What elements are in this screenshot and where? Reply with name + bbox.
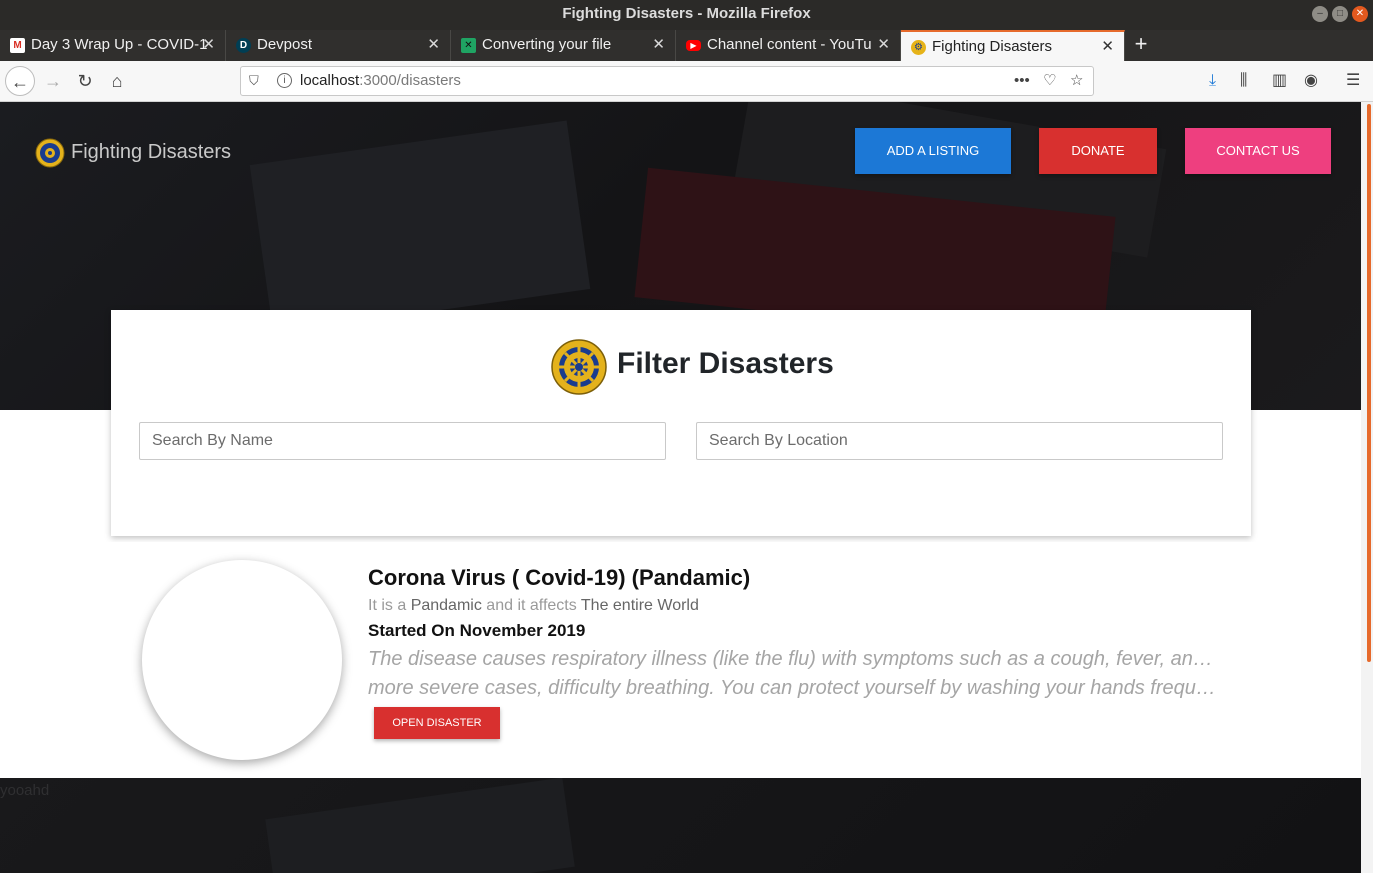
close-tab-icon[interactable]: ✕ [427, 30, 440, 60]
footer-text: yooahd [0, 782, 50, 799]
url-bar[interactable]: ⛉ i localhost:3000/disasters ••• ♡ ☆ [240, 66, 1094, 96]
minimize-button[interactable]: – [1312, 6, 1328, 22]
tab-label: Fighting Disasters [932, 38, 1053, 55]
page-content: Fighting Disasters ADD A LISTING DONATE … [0, 102, 1361, 873]
tab-converter[interactable]: ✕ Converting your file ✕ [451, 30, 676, 61]
rotary-icon: ⚙ [911, 40, 926, 55]
shield-icon[interactable]: ⛉ [249, 73, 259, 89]
devpost-icon: D [236, 38, 251, 53]
disaster-type: Pandamic [410, 597, 482, 614]
close-window-button[interactable]: ✕ [1352, 6, 1368, 22]
tab-label: Channel content - YouTu [707, 36, 872, 53]
tab-strip: M Day 3 Wrap Up - COVID-1 ✕ D Devpost ✕ … [0, 30, 1373, 61]
reload-button[interactable]: ↻ [70, 66, 100, 96]
forward-button[interactable]: → [38, 66, 68, 96]
search-by-name-input[interactable] [139, 422, 666, 460]
page-actions-icon[interactable]: ••• [1014, 67, 1030, 95]
info-icon[interactable]: i [277, 73, 292, 88]
close-tab-icon[interactable]: ✕ [877, 30, 890, 60]
pocket-icon[interactable]: ♡ [1043, 67, 1056, 95]
disaster-meta: It is a Pandamic and it affects The enti… [368, 597, 699, 614]
window-title: Fighting Disasters - Mozilla Firefox [562, 5, 811, 22]
bookmark-star-icon[interactable]: ☆ [1070, 67, 1083, 95]
new-tab-button[interactable]: + [1130, 30, 1152, 61]
back-button[interactable]: ← [5, 66, 35, 96]
brand-name: Fighting Disasters [71, 141, 232, 163]
tab-devpost[interactable]: D Devpost ✕ [226, 30, 451, 61]
window-titlebar: Fighting Disasters - Mozilla Firefox – □… [0, 0, 1373, 30]
tab-fighting-disasters[interactable]: ⚙ Fighting Disasters ✕ [901, 30, 1125, 61]
footer-banner: yooahd [0, 778, 1361, 873]
rotary-logo-icon [551, 339, 607, 395]
home-button[interactable]: ⌂ [102, 66, 132, 96]
filter-title: Filter Disasters [617, 347, 834, 380]
rotary-logo-icon [35, 138, 65, 168]
close-tab-icon[interactable]: ✕ [1101, 32, 1114, 61]
add-listing-button[interactable]: ADD A LISTING [855, 128, 1011, 174]
downloads-icon[interactable]: ⤓ [1209, 66, 1216, 96]
scrollbar-thumb[interactable] [1367, 104, 1371, 662]
filter-card: Filter Disasters [111, 310, 1251, 536]
close-tab-icon[interactable]: ✕ [652, 30, 665, 60]
tab-gmail[interactable]: M Day 3 Wrap Up - COVID-1 ✕ [0, 30, 226, 61]
tab-youtube[interactable]: ▶ Channel content - YouTu ✕ [676, 30, 901, 61]
disaster-description: The disease causes respiratory illness (… [368, 648, 1218, 699]
sidebar-icon[interactable]: ▥ [1272, 66, 1287, 96]
menu-icon[interactable]: ☰ [1346, 66, 1360, 96]
gmail-icon: M [10, 38, 25, 53]
disaster-listing: Corona Virus ( Covid-19) (Pandamic) It i… [0, 542, 1361, 778]
account-icon[interactable]: ◉ [1304, 66, 1318, 96]
disaster-start-date: Started On November 2019 [368, 621, 586, 640]
maximize-button[interactable]: □ [1332, 6, 1348, 22]
tab-label: Converting your file [482, 36, 612, 53]
open-disaster-button[interactable]: OPEN DISASTER [374, 707, 500, 739]
tab-label: Devpost [257, 36, 313, 53]
url-text[interactable]: localhost:3000/disasters [300, 67, 461, 95]
contact-us-button[interactable]: CONTACT US [1185, 128, 1331, 174]
tab-label: Day 3 Wrap Up - COVID-1 [31, 36, 208, 53]
library-icon[interactable]: ⫼ [1240, 66, 1247, 96]
disaster-affects: The entire World [580, 597, 699, 614]
donate-button[interactable]: DONATE [1039, 128, 1157, 174]
close-tab-icon[interactable]: ✕ [202, 30, 215, 60]
disaster-image [142, 560, 342, 760]
navigation-bar: ← → ↻ ⌂ ⛉ i localhost:3000/disasters •••… [0, 61, 1373, 102]
converter-icon: ✕ [461, 38, 476, 53]
search-by-location-input[interactable] [696, 422, 1223, 460]
youtube-icon: ▶ [686, 40, 701, 51]
disaster-title: Corona Virus ( Covid-19) (Pandamic) [368, 565, 751, 590]
